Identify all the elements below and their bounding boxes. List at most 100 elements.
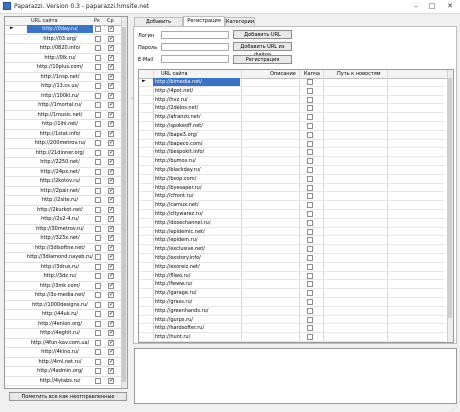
table-row[interactable]: http://2s2-4.ru/	[5, 215, 123, 225]
site-url-cell[interactable]: http://4kino.ru/	[27, 349, 93, 355]
table-row[interactable]: http://exstory.info/	[139, 254, 445, 263]
table-row[interactable]: http://afranzo.net/	[139, 113, 445, 122]
rk-checkbox[interactable]	[95, 368, 101, 374]
rk-checkbox[interactable]	[95, 121, 101, 127]
table-row[interactable]: http://grass.ru/	[139, 298, 445, 307]
captcha-checkbox[interactable]	[307, 307, 313, 314]
site-url-cell[interactable]: http://1000designs.ru/	[27, 302, 93, 308]
site-url-cell[interactable]: http://bumos.ru/	[155, 158, 196, 164]
column-header-news-path[interactable]: Путь к новостям	[337, 71, 381, 77]
table-row[interactable]: http://4eghit.ru/	[5, 329, 123, 339]
site-url-cell[interactable]: http://gurps.ru/	[155, 317, 193, 323]
site-url-cell[interactable]: http://24px.net/	[27, 169, 93, 175]
sr-checkbox[interactable]	[108, 177, 114, 184]
site-url-cell[interactable]: http://03.org/	[27, 36, 93, 42]
table-row[interactable]: http://2250.net/	[5, 158, 123, 168]
captcha-checkbox[interactable]	[307, 79, 313, 85]
captcha-checkbox[interactable]	[307, 246, 313, 253]
site-url-cell[interactable]: http://epidem.ru/	[155, 237, 198, 243]
sr-checkbox[interactable]	[108, 282, 114, 289]
site-url-cell[interactable]: http://0lk.ru/	[27, 55, 93, 61]
sr-checkbox[interactable]	[108, 196, 114, 203]
captcha-checkbox[interactable]	[307, 193, 313, 200]
sr-checkbox[interactable]	[108, 234, 114, 241]
site-url-cell[interactable]: http://epidemic.net/	[155, 229, 205, 235]
table-row[interactable]: http://greenhands.ru/	[139, 307, 445, 316]
table-row[interactable]: ► http://bimedia.net/	[139, 78, 445, 87]
site-url-cell[interactable]: http://4eghit.ru/	[27, 330, 93, 336]
rk-checkbox[interactable]	[95, 206, 101, 213]
table-row[interactable]: http://1mortal.ru/	[5, 101, 123, 111]
table-row[interactable]: http://1music.net/	[5, 111, 123, 120]
site-url-cell[interactable]: http://1nsp.net/	[27, 74, 93, 80]
table-row[interactable]: http://03.org/	[5, 35, 123, 44]
sr-checkbox[interactable]	[108, 272, 114, 279]
table-row[interactable]: ► http://0day.ru/	[5, 25, 123, 35]
site-url-cell[interactable]: http://4pot.net/	[155, 88, 193, 94]
column-header-url[interactable]: URL сайта	[161, 71, 188, 77]
captcha-checkbox[interactable]	[307, 166, 313, 173]
site-url-cell[interactable]: http://dosechannel.ru/	[155, 220, 211, 226]
sr-checkbox[interactable]	[108, 139, 114, 146]
site-url-cell[interactable]: http://3dz.ru/	[27, 273, 93, 279]
table-row[interactable]: http://1stat.info/	[5, 130, 123, 139]
site-url-cell[interactable]: http://100kl.ru/	[27, 93, 93, 99]
sr-checkbox[interactable]	[108, 73, 114, 80]
site-url-cell[interactable]: http://fwww.ru/	[155, 281, 192, 287]
table-row[interactable]: http://1nsp.net/	[5, 73, 123, 82]
table-row[interactable]: http://exclusive.net/	[139, 245, 445, 254]
scrollbar-thumb[interactable]	[448, 78, 452, 318]
table-row[interactable]: http://13.cs.us/	[5, 82, 123, 92]
sr-checkbox[interactable]	[108, 225, 114, 232]
site-url-cell[interactable]: http://3dlsoftne.net/	[27, 245, 93, 251]
captcha-checkbox[interactable]	[307, 158, 313, 165]
sr-checkbox[interactable]	[108, 244, 114, 251]
sr-checkbox[interactable]	[108, 263, 114, 270]
rk-checkbox[interactable]	[95, 73, 101, 80]
table-row[interactable]: http://3dlsoftne.net/	[5, 244, 123, 253]
table-row[interactable]: http://cltywarez.ru/	[139, 210, 445, 219]
site-url-cell[interactable]: http://2250.net/	[27, 159, 93, 165]
rk-checkbox[interactable]	[95, 349, 101, 355]
sr-checkbox[interactable]	[108, 320, 114, 327]
site-url-cell[interactable]: http://2pair.net/	[27, 188, 93, 194]
rk-checkbox[interactable]	[95, 235, 101, 241]
table-row[interactable]: http://10plus.com/	[5, 63, 123, 73]
sr-checkbox[interactable]	[108, 291, 114, 298]
table-row[interactable]: http://impro.ru/	[139, 342, 445, 343]
captcha-checkbox[interactable]	[307, 334, 313, 341]
table-row[interactable]: http://1ihl.net/	[5, 120, 123, 130]
table-row[interactable]: http://byesaper.ru/	[139, 184, 445, 193]
site-url-cell[interactable]: http://4ytabs.ru/	[27, 378, 93, 384]
table-row[interactable]: http://200metrov.ru/	[5, 139, 123, 149]
rk-checkbox[interactable]	[95, 358, 101, 365]
captcha-checkbox[interactable]	[307, 114, 313, 121]
rk-checkbox[interactable]	[95, 149, 101, 156]
rk-checkbox[interactable]	[95, 320, 101, 327]
registration-grid-scrollbar[interactable]	[447, 70, 453, 342]
tab-add-news[interactable]: Добавить новость	[134, 17, 183, 34]
rk-checkbox[interactable]	[95, 282, 101, 289]
sr-checkbox[interactable]	[108, 92, 114, 99]
table-row[interactable]: http://bespokit.info/	[139, 148, 445, 158]
captcha-checkbox[interactable]	[307, 263, 313, 270]
sr-checkbox[interactable]	[108, 367, 114, 374]
table-row[interactable]: http://exoreiz.net/	[139, 263, 445, 272]
table-row[interactable]: http://gurps.ru/	[139, 316, 445, 325]
rk-checkbox[interactable]	[95, 254, 101, 260]
rk-checkbox[interactable]	[95, 26, 101, 32]
captcha-checkbox[interactable]	[307, 298, 313, 305]
captcha-checkbox[interactable]	[307, 96, 313, 103]
table-row[interactable]: http://1000designs.ru/	[5, 301, 123, 310]
table-row[interactable]: http://camux.net/	[139, 201, 445, 210]
table-row[interactable]: http://3s-media.net/	[5, 291, 123, 301]
rk-checkbox[interactable]	[95, 102, 101, 108]
site-url-cell[interactable]: http://200metrov.ru/	[27, 140, 93, 146]
table-row[interactable]: http://2delos.net/	[139, 104, 445, 114]
site-url-cell[interactable]: http://camux.net/	[155, 202, 199, 208]
site-url-cell[interactable]: http://bape3.org/	[155, 132, 197, 138]
sr-checkbox[interactable]	[108, 158, 114, 165]
tab-categories[interactable]: Категории	[225, 17, 255, 26]
table-row[interactable]: http://24px.net/	[5, 168, 123, 177]
sr-checkbox[interactable]	[108, 54, 114, 61]
